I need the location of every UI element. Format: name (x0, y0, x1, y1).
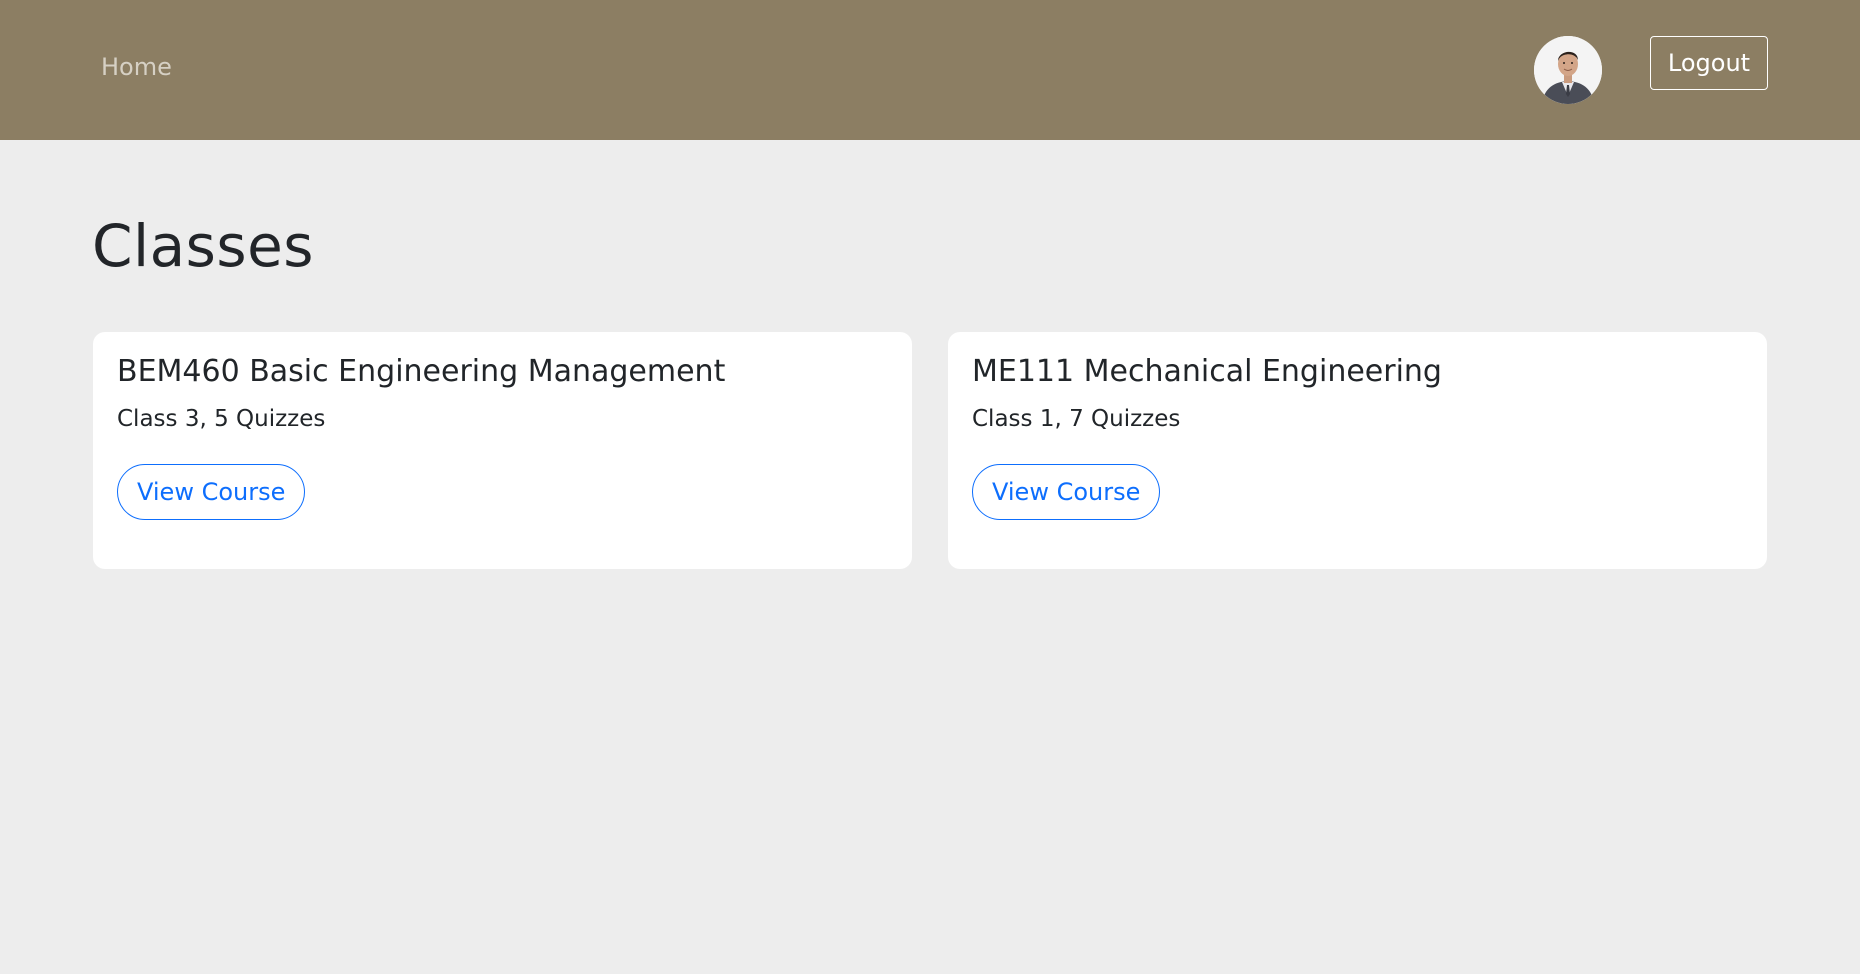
view-course-button[interactable]: View Course (117, 464, 306, 520)
view-course-button[interactable]: View Course (972, 464, 1161, 520)
top-navbar: Home Logout (0, 0, 1860, 140)
class-card-title: ME111 Mechanical Engineering (972, 354, 1442, 389)
user-avatar[interactable] (1534, 36, 1602, 104)
logout-button[interactable]: Logout (1650, 36, 1768, 90)
class-card-title: BEM460 Basic Engineering Management (117, 354, 726, 389)
avatar-icon (1534, 36, 1602, 104)
page-title: Classes (92, 212, 314, 280)
class-card: ME111 Mechanical Engineering Class 1, 7 … (948, 332, 1767, 569)
nav-home-link[interactable]: Home (101, 53, 172, 81)
class-card-subtitle: Class 1, 7 Quizzes (972, 406, 1181, 432)
class-card: BEM460 Basic Engineering Management Clas… (93, 332, 912, 569)
class-card-subtitle: Class 3, 5 Quizzes (117, 406, 326, 432)
